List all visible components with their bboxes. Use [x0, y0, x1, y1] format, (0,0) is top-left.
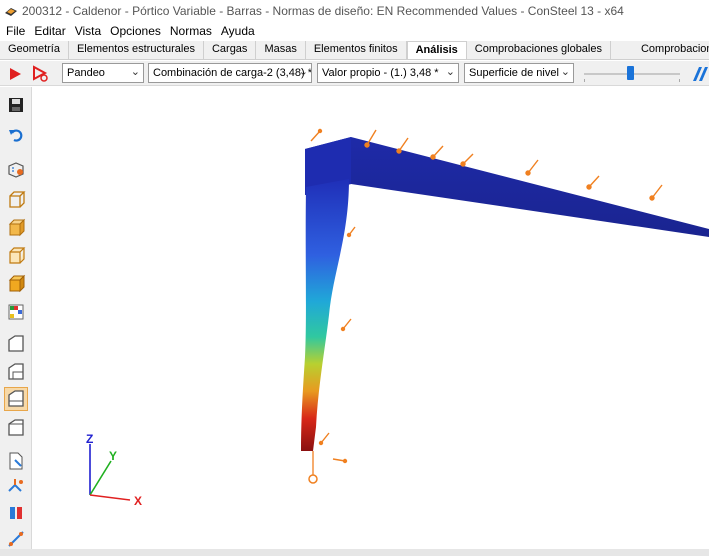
- buckling-shape-render: Z Y X: [86, 128, 709, 508]
- window-title: 200312 - Caldenor - Pórtico Variable - B…: [22, 4, 624, 18]
- model-viewport[interactable]: Z Y X: [33, 87, 709, 549]
- view-solid-icon[interactable]: [4, 216, 28, 240]
- section-properties-icon[interactable]: [4, 501, 28, 525]
- analysis-type-select[interactable]: Pandeo ⌄: [62, 63, 144, 83]
- tab-finite-elements[interactable]: Elementos finitos: [305, 41, 407, 59]
- analysis-type-value: Pandeo: [67, 67, 105, 79]
- tab-loads[interactable]: Cargas: [203, 41, 257, 59]
- tab-masses[interactable]: Masas: [256, 41, 306, 59]
- structure-members-icon[interactable]: [4, 475, 28, 499]
- section-view-3-icon[interactable]: [4, 387, 28, 411]
- load-combination-value: Combinación de carga-2 (3,48) *: [153, 67, 312, 79]
- rafter-member[interactable]: [305, 137, 709, 237]
- tab-global-checks[interactable]: Comprobaciones globales: [466, 41, 611, 59]
- y-axis-line: [89, 460, 112, 496]
- tab-member-checks[interactable]: Comprobaciones del elem: [610, 41, 709, 59]
- menu-view[interactable]: Vista: [75, 24, 101, 38]
- main-tab-bar: Geometría Elementos estructurales Cargas…: [0, 41, 709, 60]
- save-icon[interactable]: [4, 93, 28, 117]
- document-icon[interactable]: [4, 449, 28, 473]
- eigenvalue-select[interactable]: Valor propio - (1.) 3,48 * ⌄: [317, 63, 459, 83]
- chevron-down-icon: ⌄: [298, 66, 308, 78]
- tab-structural-elements[interactable]: Elementos estructurales: [68, 41, 204, 59]
- menu-help[interactable]: Ayuda: [221, 24, 255, 38]
- menu-file[interactable]: File: [6, 24, 25, 38]
- axis-triad: Z Y X: [86, 432, 142, 508]
- tab-analysis[interactable]: Análisis: [406, 41, 467, 59]
- consteel-app-icon: [5, 8, 17, 16]
- title-bar: 200312 - Caldenor - Pórtico Variable - B…: [0, 0, 709, 22]
- chevron-down-icon: ⌄: [445, 66, 455, 78]
- x-axis-line: [89, 494, 131, 501]
- support-symbol: [308, 474, 318, 484]
- chevron-down-icon: ⌄: [560, 66, 570, 78]
- play-icon[interactable]: [5, 64, 25, 84]
- menu-options[interactable]: Opciones: [110, 24, 161, 38]
- load-combination-select[interactable]: Combinación de carga-2 (3,48) * ⌄: [148, 63, 312, 83]
- view-transparent-icon[interactable]: [4, 244, 28, 268]
- play-settings-icon[interactable]: [30, 64, 50, 84]
- view-results-icon[interactable]: [4, 300, 28, 324]
- view-wireframe-icon[interactable]: [4, 188, 28, 212]
- display-mode-value: Superficie de nivel: [469, 67, 559, 79]
- section-view-2-icon[interactable]: [4, 360, 28, 384]
- section-view-4-icon[interactable]: [4, 416, 28, 440]
- chevron-down-icon: ⌄: [130, 66, 140, 78]
- tab-geometry[interactable]: Geometría: [0, 41, 69, 59]
- undo-icon[interactable]: [4, 123, 28, 147]
- status-bar: [0, 549, 709, 556]
- menu-bar: File Editar Vista Opciones Normas Ayuda: [0, 22, 709, 40]
- measure-icon[interactable]: [4, 527, 28, 551]
- display-mode-select[interactable]: Superficie de nivel ⌄: [464, 63, 574, 83]
- view-rendered-icon[interactable]: [4, 272, 28, 296]
- consteel-logo-icon: [693, 67, 708, 81]
- z-axis-label: Z: [86, 432, 93, 446]
- left-toolbar: [0, 87, 32, 556]
- menu-edit[interactable]: Editar: [34, 24, 65, 38]
- scale-slider-thumb[interactable]: [627, 66, 634, 80]
- eigenvalue-value: Valor propio - (1.) 3,48 *: [322, 67, 439, 79]
- section-view-1-icon[interactable]: [4, 332, 28, 356]
- analysis-toolbar: Pandeo ⌄ Combinación de carga-2 (3,48) *…: [0, 61, 709, 86]
- x-axis-label: X: [134, 494, 142, 508]
- menu-standards[interactable]: Normas: [170, 24, 212, 38]
- column-member[interactable]: [301, 179, 349, 451]
- model-settings-icon[interactable]: [4, 157, 28, 181]
- y-axis-label: Y: [109, 449, 117, 463]
